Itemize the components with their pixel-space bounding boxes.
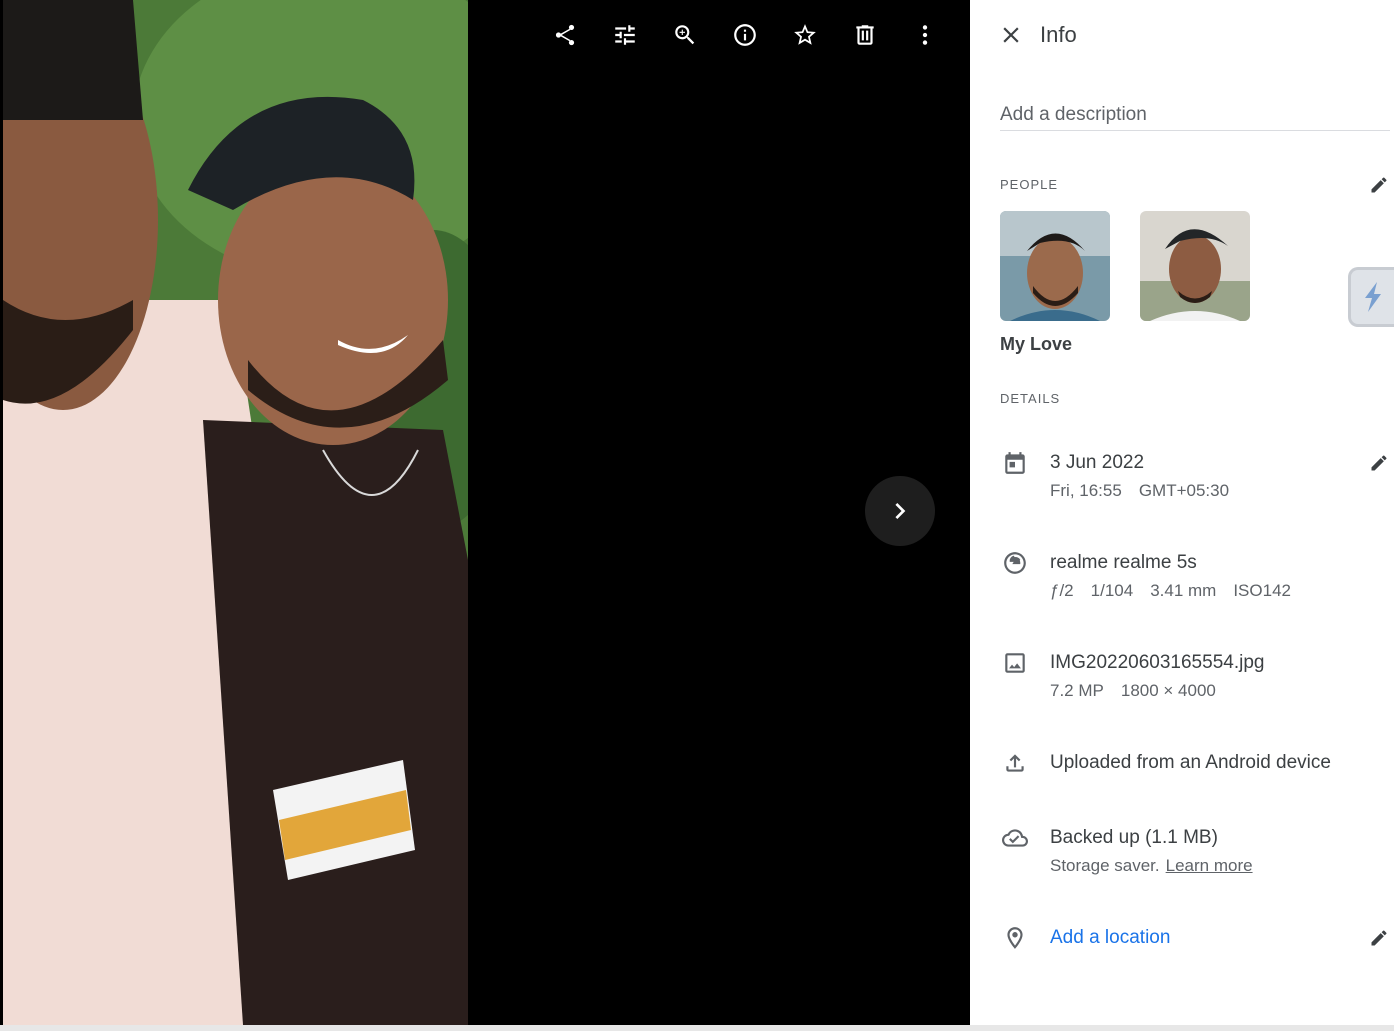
pencil-icon (1371, 930, 1387, 946)
day-time: Fri, 16:55 (1050, 481, 1122, 500)
cloud-done-icon (1000, 823, 1030, 853)
pencil-icon (1371, 177, 1387, 193)
file-info: 7.2 MP 1800 × 4000 (1050, 681, 1233, 701)
bottom-strip (0, 1025, 1394, 1031)
camera-model: realme realme 5s (1050, 552, 1197, 573)
more-options-button[interactable] (905, 15, 945, 55)
date-text: 3 Jun 2022 (1050, 452, 1145, 473)
storage-saver-text: Storage saver. (1050, 856, 1160, 875)
delete-icon (856, 25, 874, 45)
upload-icon (1000, 748, 1030, 778)
details-section-title: DETAILS (1000, 391, 1061, 406)
calendar-icon (1000, 448, 1030, 478)
more-vertical-icon (922, 25, 928, 45)
pencil-icon (1371, 455, 1387, 471)
people-section-title: PEOPLE (1000, 177, 1059, 192)
edit-button[interactable] (605, 15, 645, 55)
face-thumbnail (1140, 211, 1250, 321)
info-panel: Info PEOPLE My Love DETAILS (970, 0, 1394, 1025)
zoom-button[interactable] (665, 15, 705, 55)
add-location-link[interactable]: Add a location (1050, 927, 1170, 949)
time-text: Fri, 16:55 GMT+05:30 (1050, 481, 1246, 501)
resolution: 1800 × 4000 (1120, 681, 1216, 700)
person-face-2[interactable] (1140, 211, 1250, 321)
star-icon (794, 24, 816, 45)
close-info-button[interactable] (996, 20, 1026, 50)
edit-people-button[interactable] (1368, 174, 1390, 196)
zoom-in-icon (675, 25, 695, 45)
favorite-button[interactable] (785, 15, 825, 55)
next-photo-button[interactable] (865, 476, 935, 546)
panel-title: Info (1040, 22, 1077, 47)
location-pin-icon (1000, 923, 1030, 953)
photo[interactable] (3, 0, 468, 1025)
iso: ISO142 (1233, 581, 1291, 600)
backup-info: Storage saver. Learn more (1050, 856, 1253, 876)
info-button[interactable] (725, 15, 765, 55)
share-button[interactable] (545, 15, 585, 55)
chevron-right-icon (895, 503, 906, 519)
learn-more-link[interactable]: Learn more (1166, 856, 1253, 875)
photo-viewer (0, 0, 970, 1025)
info-icon (734, 24, 756, 46)
lightning-icon (1364, 282, 1381, 312)
side-panel-widget[interactable] (1348, 267, 1394, 327)
person-name[interactable]: My Love (1000, 334, 1072, 355)
edit-location-button[interactable] (1368, 927, 1390, 949)
close-icon (1003, 27, 1019, 43)
edit-date-button[interactable] (1368, 452, 1390, 474)
share-icon (555, 24, 575, 46)
photo-image (3, 0, 468, 1025)
face-thumbnail (1000, 211, 1110, 321)
camera-settings: ƒ/2 1/104 3.41 mm ISO142 (1050, 581, 1308, 601)
description-input[interactable] (1000, 100, 1390, 131)
edit-adjust-icon (615, 25, 635, 45)
megapixels: 7.2 MP (1050, 681, 1104, 700)
aperture: ƒ/2 (1050, 581, 1074, 600)
camera-aperture-icon (1000, 548, 1030, 578)
person-face-1[interactable] (1000, 211, 1110, 321)
file-name: IMG20220603165554.jpg (1050, 652, 1265, 673)
shutter-speed: 1/104 (1090, 581, 1134, 600)
backup-status: Backed up (1.1 MB) (1050, 827, 1218, 848)
delete-button[interactable] (845, 15, 885, 55)
image-file-icon (1000, 648, 1030, 678)
upload-source: Uploaded from an Android device (1050, 752, 1331, 773)
focal-length: 3.41 mm (1150, 581, 1217, 600)
timezone: GMT+05:30 (1138, 481, 1230, 500)
